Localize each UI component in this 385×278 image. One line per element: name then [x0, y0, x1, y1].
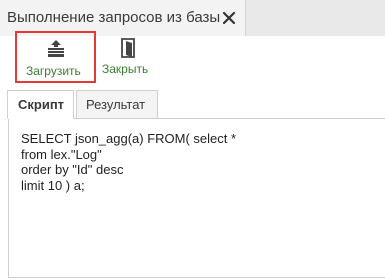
code-line: SELECT json_agg(a) FROM( select * [21, 131, 237, 146]
tab-result-label: Результат [86, 97, 146, 112]
script-editor[interactable]: SELECT json_agg(a) FROM( select * from le… [8, 118, 385, 278]
upload-tray-icon [48, 40, 64, 57]
script-code[interactable]: SELECT json_agg(a) FROM( select * from le… [21, 131, 236, 193]
tab-script[interactable]: Скрипт [7, 90, 74, 119]
code-line: from lex."Log" [21, 146, 102, 162]
window-title: Выполнение запросов из базы [7, 9, 221, 26]
close-button[interactable]: Закрыть [102, 33, 154, 81]
load-label: Загрузить [26, 64, 81, 78]
close-icon[interactable] [221, 10, 237, 26]
tab-result[interactable]: Результат [76, 90, 158, 119]
load-button[interactable]: Загрузить [15, 31, 96, 83]
close-label: Закрыть [102, 62, 149, 76]
toolbar: Загрузить Закрыть [0, 31, 385, 88]
exit-door-icon [121, 38, 135, 58]
editor-tabs: Скрипт Результат [0, 90, 385, 119]
tab-script-label: Скрипт [18, 97, 65, 112]
code-line: order by "Id" desc [21, 162, 124, 178]
code-line: limit 10 ) a; [21, 177, 85, 193]
